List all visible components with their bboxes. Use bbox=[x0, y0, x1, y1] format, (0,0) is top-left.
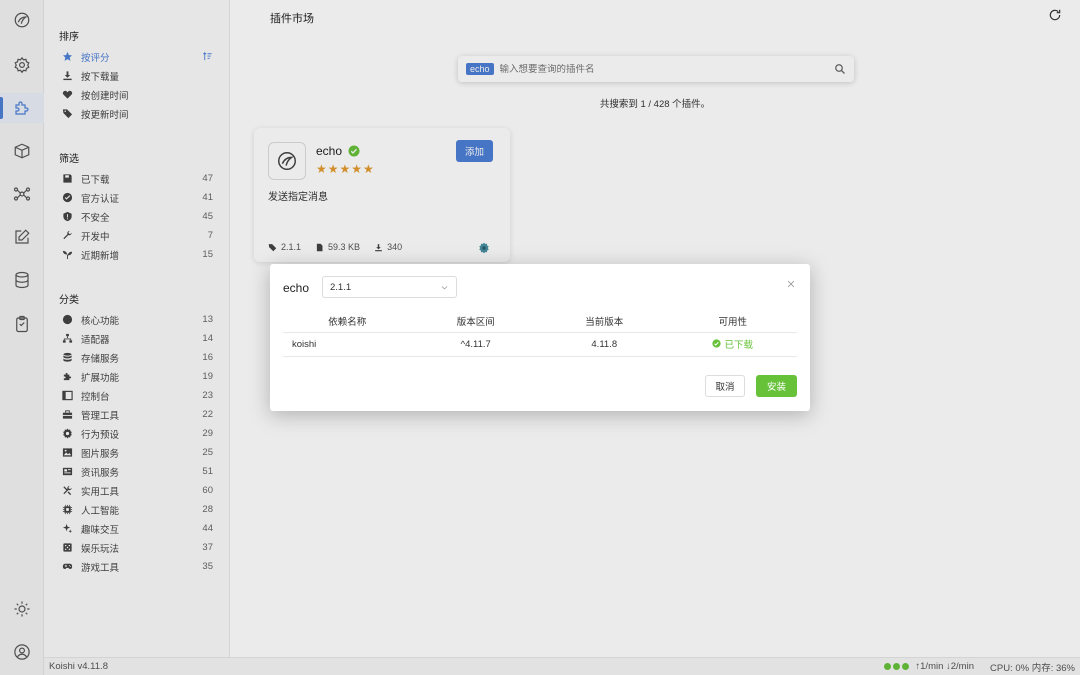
install-dialog: echo 2.1.1 依赖名称 版本区间 当前版本 可用性 koishi ^4.… bbox=[270, 264, 810, 411]
availability-label: 已下载 bbox=[724, 339, 753, 351]
cancel-button[interactable]: 取消 bbox=[705, 375, 745, 397]
version-select[interactable]: 2.1.1 bbox=[322, 276, 457, 298]
current-version: 4.11.8 bbox=[540, 332, 669, 357]
column-header: 依赖名称 bbox=[283, 310, 412, 333]
availability-status: 已下载 bbox=[712, 337, 753, 351]
close-icon[interactable] bbox=[786, 279, 796, 289]
check-circle-icon bbox=[712, 339, 722, 348]
table-header-row: 依赖名称 版本区间 当前版本 可用性 bbox=[283, 310, 797, 333]
dependency-table: 依赖名称 版本区间 当前版本 可用性 koishi ^4.11.7 4.11.8… bbox=[283, 310, 797, 357]
table-row: koishi ^4.11.7 4.11.8 已下载 bbox=[283, 332, 797, 357]
install-button[interactable]: 安装 bbox=[756, 375, 797, 397]
column-header: 当前版本 bbox=[540, 310, 669, 333]
dependency-name: koishi bbox=[283, 332, 412, 357]
version-select-value: 2.1.1 bbox=[330, 281, 352, 293]
dialog-title: echo bbox=[283, 281, 310, 295]
chevron-down-icon bbox=[441, 285, 448, 290]
availability-cell: 已下载 bbox=[668, 332, 797, 357]
version-range: ^4.11.7 bbox=[411, 332, 540, 357]
column-header: 可用性 bbox=[668, 310, 797, 333]
column-header: 版本区间 bbox=[411, 310, 540, 333]
